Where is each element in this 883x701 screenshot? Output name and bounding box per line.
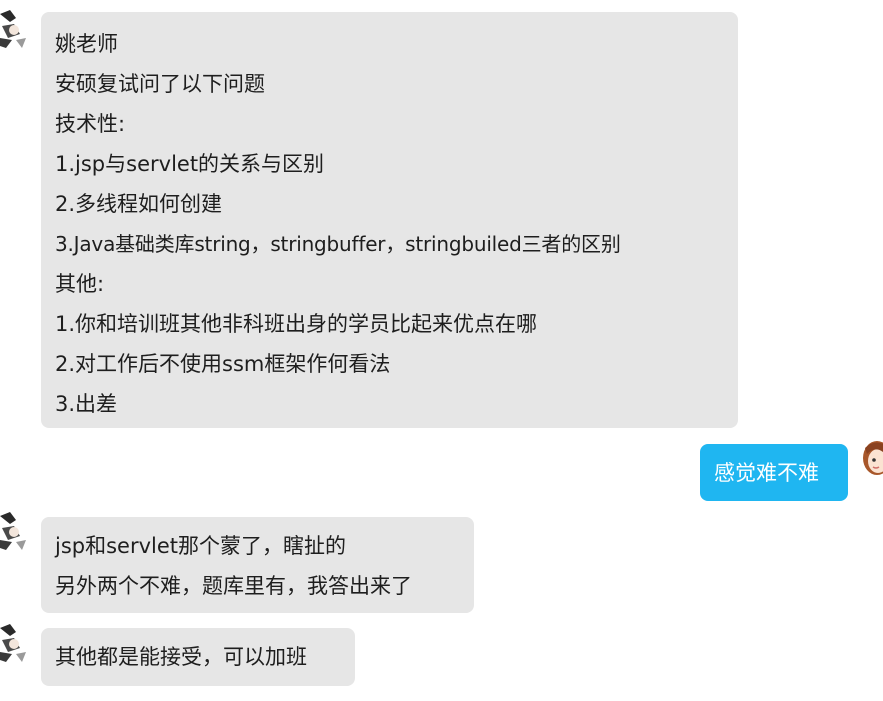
message-line: 其他:	[55, 272, 105, 296]
my-avatar-icon[interactable]	[861, 436, 883, 482]
chat-conversation: 姚老师 安硕复试问了以下问题 技术性: 1.jsp与servlet的关系与区别 …	[0, 0, 883, 701]
message-line: 3.Java基础类库string，stringbuffer，stringbuil…	[55, 232, 621, 256]
message-line: jsp和servlet那个蒙了，瞎扯的	[55, 534, 347, 558]
sender-avatar-icon[interactable]	[0, 510, 30, 554]
message-bubble-outgoing: 感觉难不难	[700, 444, 848, 501]
message-line: 2.多线程如何创建	[55, 192, 223, 216]
message-line: 其他都是能接受，可以加班	[55, 645, 307, 669]
message-line: 感觉难不难	[714, 461, 819, 485]
sender-avatar-icon[interactable]	[0, 8, 30, 52]
message-line: 技术性:	[55, 112, 126, 136]
message-bubble-incoming: jsp和servlet那个蒙了，瞎扯的 另外两个不难，题库里有，我答出来了	[41, 517, 474, 613]
message-line: 1.你和培训班其他非科班出身的学员比起来优点在哪	[55, 312, 538, 336]
message-line: 3.出差	[55, 392, 118, 416]
sender-avatar-icon[interactable]	[0, 622, 30, 666]
message-line: 姚老师	[55, 32, 118, 56]
message-bubble-incoming: 姚老师 安硕复试问了以下问题 技术性: 1.jsp与servlet的关系与区别 …	[41, 12, 738, 428]
message-line: 安硕复试问了以下问题	[55, 72, 265, 96]
message-line: 1.jsp与servlet的关系与区别	[55, 152, 325, 176]
message-bubble-incoming: 其他都是能接受，可以加班	[41, 628, 355, 686]
message-line: 另外两个不难，题库里有，我答出来了	[55, 574, 412, 598]
message-line: 2.对工作后不使用ssm框架作何看法	[55, 352, 391, 376]
